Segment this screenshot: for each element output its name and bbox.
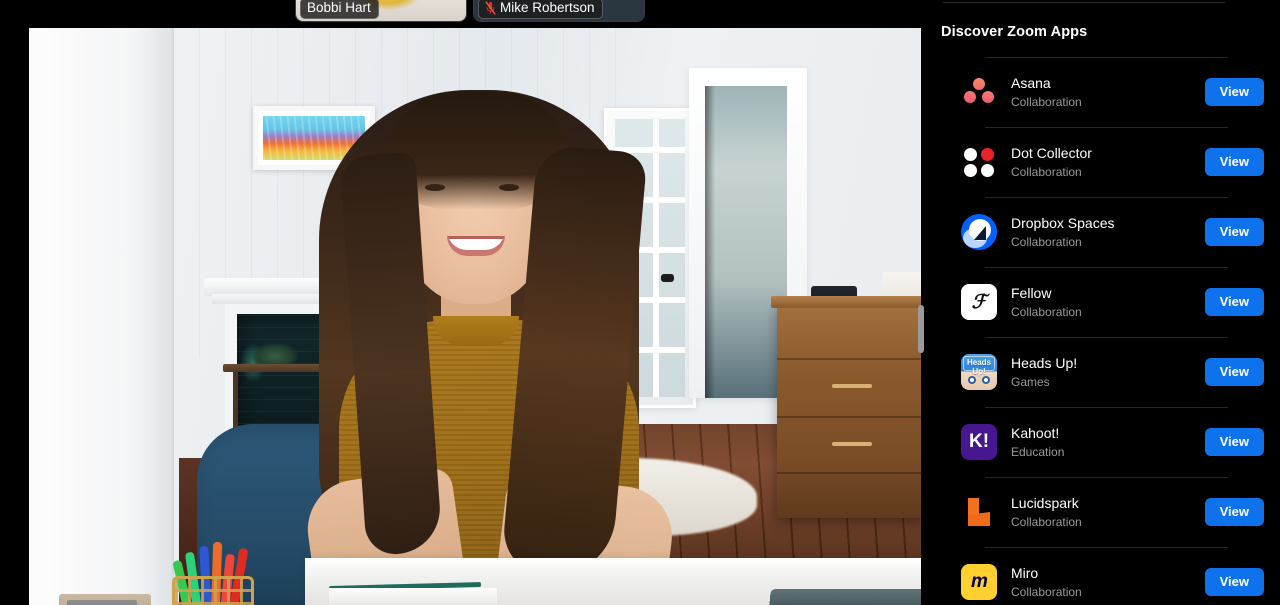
app-name: Asana: [1011, 75, 1051, 91]
app-row-miro[interactable]: m Miro Collaboration View: [925, 547, 1280, 605]
app-row-dropbox-spaces[interactable]: Dropbox Spaces Collaboration View: [925, 197, 1280, 267]
view-button[interactable]: View: [1204, 428, 1264, 456]
app-category: Collaboration: [1011, 95, 1082, 109]
video-scene: [29, 28, 921, 605]
app-text: Miro Collaboration: [1011, 564, 1205, 600]
kahoot-icon: K!: [961, 424, 997, 460]
zoom-apps-sidebar: Discover Zoom Apps Asana Collaboration V…: [925, 0, 1280, 605]
laptop: [767, 588, 921, 605]
heads-up-glyph: Heads Up!: [966, 358, 991, 376]
sidebar-divider: [943, 2, 1225, 3]
view-button[interactable]: View: [1204, 498, 1264, 526]
app-name: Heads Up!: [1011, 355, 1078, 371]
app-category: Collaboration: [1011, 235, 1082, 249]
app-text: Asana Collaboration: [1011, 74, 1205, 110]
participant-name-tag: Bobbi Hart: [300, 0, 379, 19]
app-category: Collaboration: [1011, 165, 1082, 179]
lucidspark-icon: [961, 494, 997, 530]
app-text: Fellow Collaboration: [1011, 284, 1205, 320]
participant-thumbnail-strip: Bobbi Hart Mike Robertson: [295, 0, 655, 22]
participant-thumbnail-mike-robertson[interactable]: Mike Robertson: [473, 0, 645, 22]
zoom-meeting-window: Bobbi Hart Mike Robertson Discover Zoom …: [0, 0, 1280, 605]
app-name: Dropbox Spaces: [1011, 215, 1115, 231]
app-row-heads-up[interactable]: Heads Up! Heads Up! Games View: [925, 337, 1280, 407]
dot-collector-icon: [961, 144, 997, 180]
view-button[interactable]: View: [1204, 148, 1264, 176]
view-button[interactable]: View: [1204, 568, 1264, 596]
kahoot-glyph: K!: [968, 431, 990, 452]
app-text: Dropbox Spaces Collaboration: [1011, 214, 1205, 250]
open-doorway: [705, 86, 787, 398]
fellow-icon: ℱ: [961, 284, 997, 320]
wall-panel-left: [29, 28, 174, 605]
miro-icon: m: [961, 564, 997, 600]
app-row-fellow[interactable]: ℱ Fellow Collaboration View: [925, 267, 1280, 337]
participant-thumbnail-bobbi-hart[interactable]: Bobbi Hart: [295, 0, 467, 22]
pen-holder: [172, 541, 254, 605]
asana-icon: [961, 74, 997, 110]
app-category: Games: [1011, 375, 1050, 389]
participant-name-tag: Mike Robertson: [478, 0, 603, 19]
app-name: Fellow: [1011, 285, 1052, 301]
participant-name-label: Mike Robertson: [500, 0, 595, 15]
app-name: Lucidspark: [1011, 495, 1079, 511]
app-name: Dot Collector: [1011, 145, 1092, 161]
dresser-drawer-line: [777, 358, 921, 360]
mic-muted-icon: [485, 1, 496, 15]
app-category: Collaboration: [1011, 585, 1082, 599]
dresser-drawer-line: [777, 416, 921, 418]
heads-up-icon: Heads Up!: [961, 354, 997, 390]
main-video-tile[interactable]: [29, 28, 921, 605]
app-category: Collaboration: [1011, 305, 1082, 319]
wooden-dresser: [771, 296, 921, 518]
miro-glyph: m: [971, 571, 988, 592]
app-row-kahoot[interactable]: K! Kahoot! Education View: [925, 407, 1280, 477]
participant-name-label: Bobbi Hart: [307, 0, 371, 15]
sidebar-title: Discover Zoom Apps: [941, 24, 1088, 40]
app-row-dot-collector[interactable]: Dot Collector Collaboration View: [925, 127, 1280, 197]
app-text: Dot Collector Collaboration: [1011, 144, 1205, 180]
app-row-asana[interactable]: Asana Collaboration View: [925, 57, 1280, 127]
app-text: Lucidspark Collaboration: [1011, 494, 1205, 530]
fellow-glyph: ℱ: [971, 291, 987, 313]
dresser-top: [771, 296, 921, 308]
dresser-handle: [832, 442, 872, 446]
view-button[interactable]: View: [1204, 218, 1264, 246]
app-category: Collaboration: [1011, 515, 1082, 529]
view-button[interactable]: View: [1204, 358, 1264, 386]
app-list: Asana Collaboration View Dot Collector C…: [925, 57, 1280, 605]
view-button[interactable]: View: [1204, 288, 1264, 316]
speaker-person: [291, 84, 691, 605]
dropbox-spaces-icon: [961, 214, 997, 250]
app-text: Kahoot! Education: [1011, 424, 1205, 460]
pen-holder-basket: [172, 576, 254, 605]
dresser-handle: [832, 384, 872, 388]
desk-organizer-box: [59, 594, 151, 605]
scrollbar-thumb[interactable]: [918, 305, 924, 353]
app-name: Miro: [1011, 565, 1039, 581]
view-button[interactable]: View: [1204, 78, 1264, 106]
app-name: Kahoot!: [1011, 425, 1060, 441]
notebook: [329, 588, 497, 605]
app-category: Education: [1011, 445, 1065, 459]
dresser-drawer-line: [777, 472, 921, 474]
app-text: Heads Up! Games: [1011, 354, 1205, 390]
app-row-lucidspark[interactable]: Lucidspark Collaboration View: [925, 477, 1280, 547]
